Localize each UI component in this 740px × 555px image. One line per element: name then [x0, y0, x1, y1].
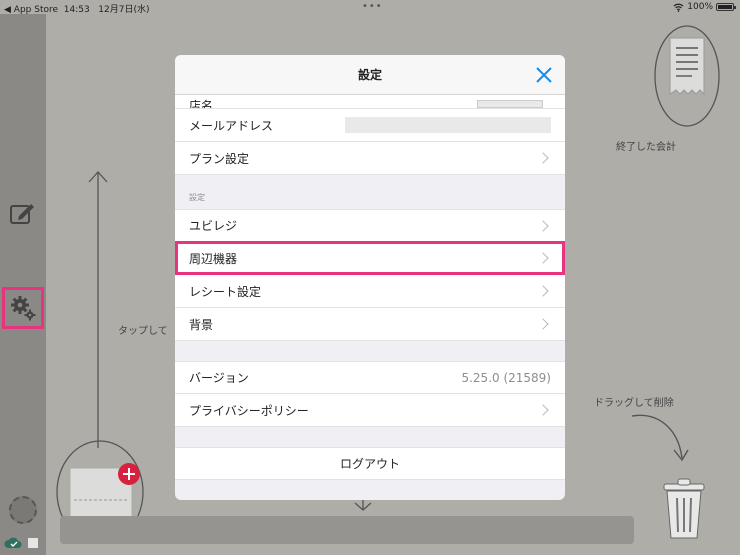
- settings-modal: 設定 店名 メールアドレス プラン設定 設定 ユビレジ 周辺機器 レシート設定 …: [175, 55, 565, 500]
- edit-icon[interactable]: [8, 198, 38, 228]
- email-field: [345, 117, 551, 133]
- peripherals-label: 周辺機器: [189, 251, 238, 266]
- close-icon[interactable]: [535, 66, 553, 84]
- modal-header: 設定: [175, 55, 565, 95]
- background-row[interactable]: 背景: [175, 308, 565, 341]
- status-time: 14:53: [63, 5, 90, 15]
- battery-percent: 100%: [687, 2, 713, 12]
- gear-icon[interactable]: [8, 293, 38, 323]
- status-bar: ◀ App Store 14:53 12月7日(水) ••• 100%: [0, 0, 740, 15]
- chevron-right-icon: [537, 152, 549, 164]
- section-label: 設定: [189, 193, 205, 202]
- email-row[interactable]: メールアドレス: [175, 109, 565, 142]
- status-right: 100%: [673, 2, 736, 12]
- ubiregi-label: ユビレジ: [189, 219, 238, 233]
- plan-row[interactable]: プラン設定: [175, 142, 565, 175]
- privacy-label: プライバシーポリシー: [189, 403, 309, 418]
- ubiregi-row[interactable]: ユビレジ: [175, 209, 565, 242]
- receipt-settings-row[interactable]: レシート設定: [175, 275, 565, 308]
- chevron-right-icon: [537, 285, 549, 297]
- chevron-right-icon: [537, 318, 549, 330]
- battery-icon: [716, 3, 736, 11]
- store-name-row[interactable]: 店名: [175, 95, 565, 109]
- tap-hint: タップして: [118, 326, 168, 337]
- finished-hint: 終了した会計: [616, 142, 676, 153]
- up-arrow-guide: [88, 171, 108, 448]
- store-name-label: 店名: [189, 99, 214, 109]
- chevron-right-icon: [537, 404, 549, 416]
- modal-title: 設定: [357, 68, 382, 82]
- logout-label: ログアウト: [339, 457, 400, 471]
- version-value: 5.25.0 (21589): [461, 370, 551, 385]
- logout-button[interactable]: ログアウト: [175, 447, 565, 480]
- background-label: 背景: [189, 317, 214, 332]
- drag-delete-hint: ドラッグして削除: [594, 398, 674, 409]
- trash-icon[interactable]: [660, 476, 708, 542]
- wifi-icon: [673, 3, 684, 12]
- plan-label: プラン設定: [189, 151, 250, 166]
- receipt-settings-label: レシート設定: [189, 284, 262, 299]
- chevron-right-icon: [537, 252, 549, 264]
- sidebar: [0, 14, 46, 555]
- version-label: バージョン: [189, 371, 249, 385]
- multitask-dots[interactable]: •••: [362, 1, 383, 12]
- chevron-right-icon: [537, 219, 549, 232]
- store-name-field[interactable]: [477, 100, 543, 108]
- curved-arrow-icon: [631, 414, 689, 462]
- receipt-icon[interactable]: [652, 24, 722, 129]
- version-row: バージョン 5.25.0 (21589): [175, 361, 565, 394]
- email-label: メールアドレス: [189, 118, 274, 133]
- bottom-bar: [60, 516, 634, 544]
- cloud-sync-icon: [4, 534, 40, 554]
- order-circle-icon[interactable]: [9, 496, 37, 524]
- down-arrow-icon: [354, 498, 372, 511]
- status-date: 12月7日(水): [98, 5, 150, 15]
- settings-section-header: 設定: [175, 175, 565, 209]
- peripherals-row[interactable]: 周辺機器: [175, 242, 565, 275]
- privacy-row[interactable]: プライバシーポリシー: [175, 394, 565, 427]
